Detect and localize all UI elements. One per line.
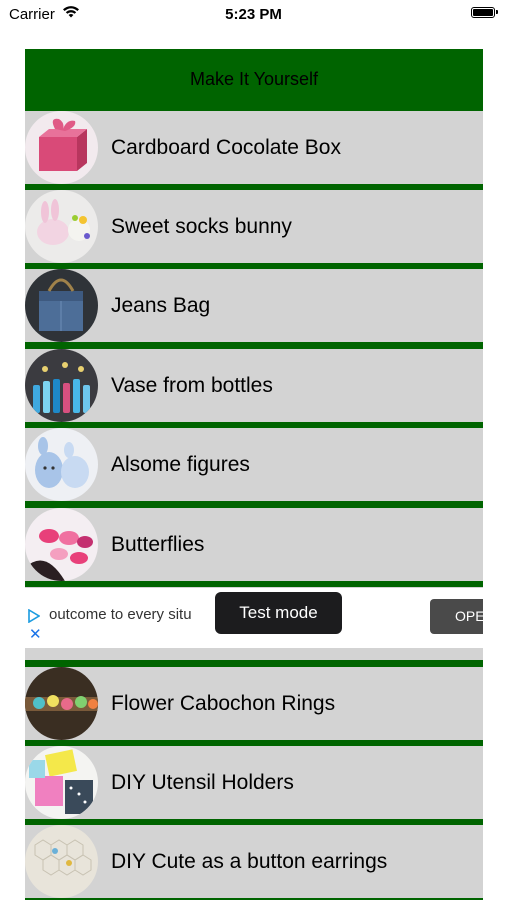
item-label: Vase from bottles [111, 374, 273, 397]
item-label: Sweet socks bunny [111, 215, 292, 238]
list-item-alsome-figures[interactable]: Alsome figures [25, 428, 483, 501]
item-label: DIY Cute as a button earrings [111, 850, 388, 873]
list-item-flower-cabochon-rings[interactable]: Flower Cabochon Rings [25, 667, 483, 740]
item-thumbnail [25, 190, 98, 263]
ad-close-icon[interactable]: ✕ [29, 627, 42, 642]
status-time: 5:23 PM [225, 6, 282, 23]
list-item-vase-from-bottles[interactable]: Vase from bottles [25, 349, 483, 422]
page-title: Make It Yourself [25, 49, 483, 110]
list-item-butterflies[interactable]: Butterflies [25, 508, 483, 581]
item-label: Flower Cabochon Rings [111, 692, 336, 715]
item-thumbnail [25, 825, 98, 898]
craft-list[interactable]: Make It Yourself Cardboard Cocolate Box [25, 49, 483, 900]
item-thumbnail [25, 667, 98, 740]
item-thumbnail [25, 746, 98, 819]
item-thumbnail [25, 111, 98, 184]
item-thumbnail [25, 428, 98, 501]
list-item-sweet-socks-bunny[interactable]: Sweet socks bunny [25, 190, 483, 263]
list-item-jeans-bag[interactable]: Jeans Bag [25, 269, 483, 342]
item-label: Jeans Bag [111, 294, 211, 317]
item-label: Cardboard Cocolate Box [111, 136, 341, 159]
item-label: Alsome figures [111, 453, 250, 476]
list-item-diy-cute-as-a-button-earrings[interactable]: DIY Cute as a button earrings [25, 825, 483, 898]
battery-icon [471, 7, 498, 18]
status-bar: Carrier 5:23 PM [0, 0, 507, 30]
ad-text: outcome to every situ [49, 606, 192, 623]
item-thumbnail [25, 508, 98, 581]
ad-open-button[interactable]: OPEN [430, 599, 483, 634]
item-thumbnail [25, 349, 98, 422]
item-label: DIY Utensil Holders [111, 771, 294, 794]
list-item-cardboard-chocolate-box[interactable]: Cardboard Cocolate Box [25, 111, 483, 184]
item-label: Butterflies [111, 533, 205, 556]
item-thumbnail [25, 269, 98, 342]
list-item-diy-utensil-holders[interactable]: DIY Utensil Holders [25, 746, 483, 819]
test-mode-toast: Test mode [215, 592, 342, 634]
